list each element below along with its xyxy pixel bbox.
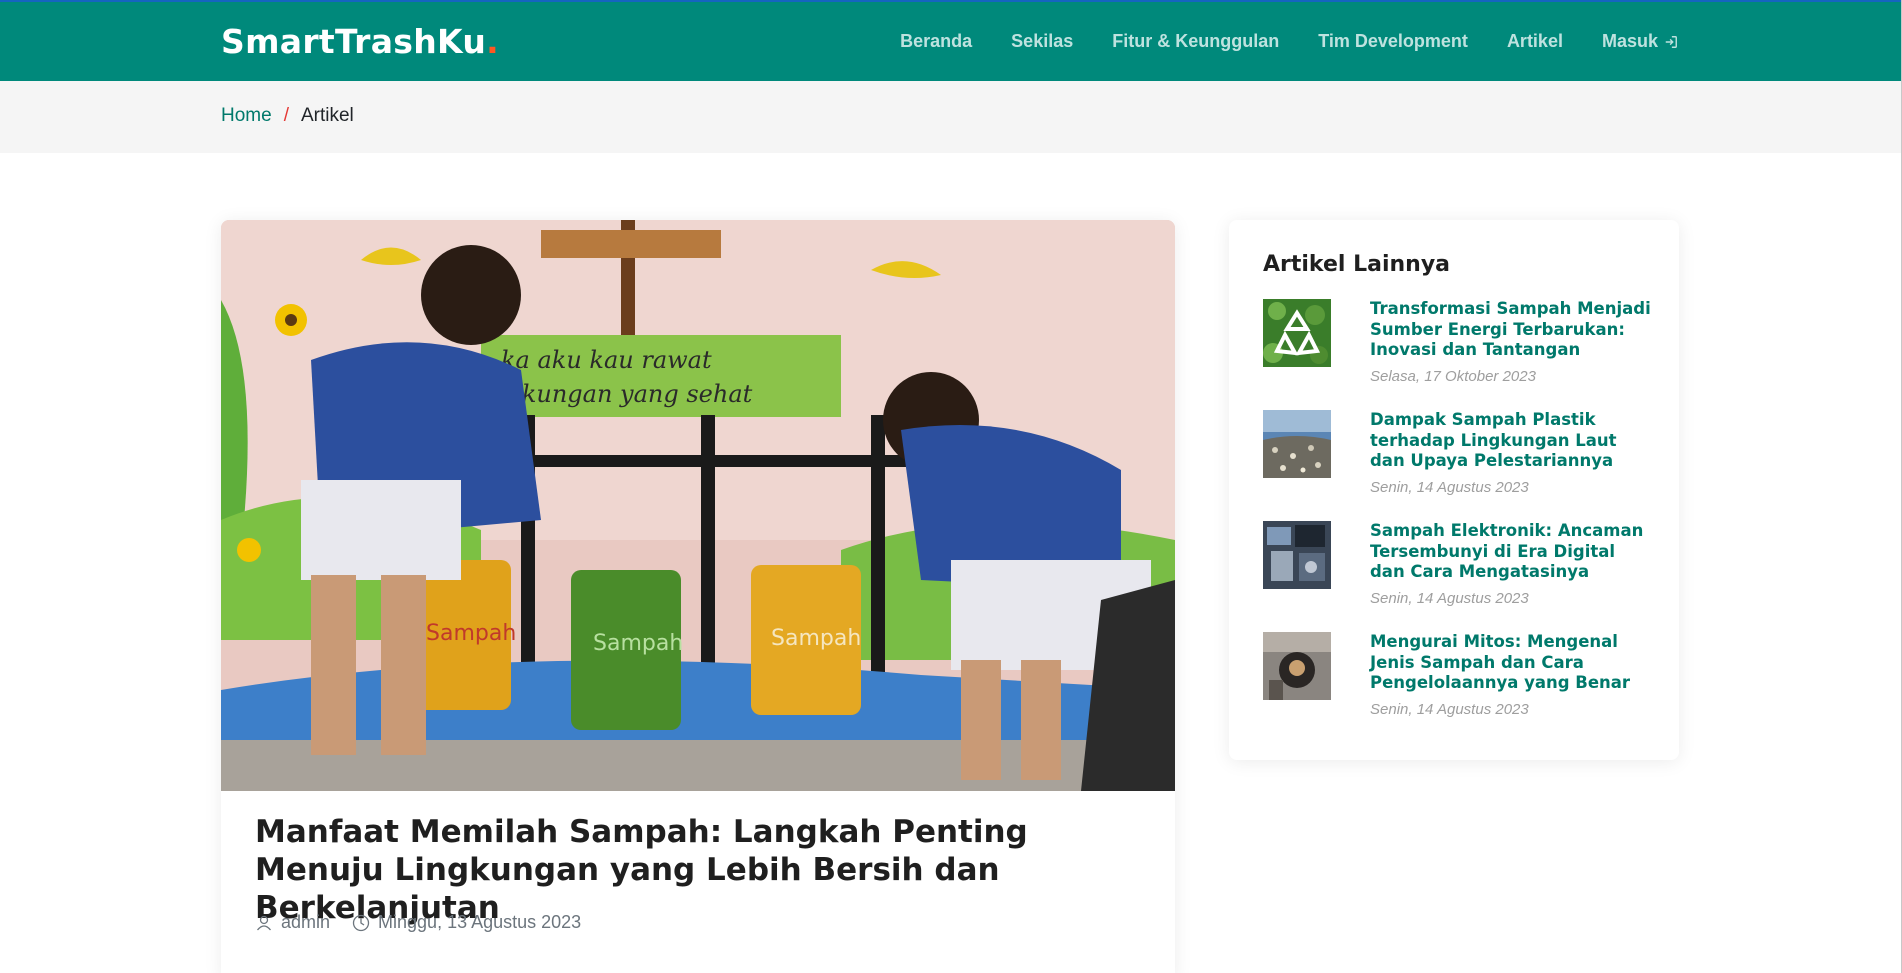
sidebar-post: Dampak Sampah Plastik terhadap Lingkunga… [1263, 410, 1653, 510]
login-icon [1665, 35, 1677, 48]
article-title: Manfaat Memilah Sampah: Langkah Penting … [255, 814, 1028, 926]
sidebar-post-title[interactable]: Dampak Sampah Plastik terhadap Lingkunga… [1370, 410, 1655, 472]
clock-icon [352, 914, 370, 931]
svg-text:Sampah: Sampah [771, 626, 861, 651]
nav-item-masuk-label: Masuk [1601, 31, 1658, 51]
sidebar-post: Sampah Elektronik: Ancaman Tersembunyi d… [1263, 521, 1653, 621]
sidebar-post: Transformasi Sampah Menjadi Sumber Energ… [1263, 299, 1653, 399]
nav-item-sekilas[interactable]: Sekilas [1011, 31, 1073, 52]
sidebar-post-title[interactable]: Sampah Elektronik: Ancaman Tersembunyi d… [1370, 521, 1655, 583]
article-photo: ka aku kau rawat ngkungan yang sehat Sam… [221, 220, 1175, 791]
nav-item-beranda[interactable]: Beranda [900, 31, 972, 52]
svg-text:ka aku kau rawat: ka aku kau rawat [501, 346, 712, 374]
article-photo-illustration: ka aku kau rawat ngkungan yang sehat Sam… [221, 220, 1175, 791]
article-meta: admin Minggu, 13 Agustus 2023 [255, 912, 581, 933]
post-thumbnail-ewaste[interactable] [1263, 521, 1331, 589]
nav-item-masuk[interactable]: Masuk [1602, 31, 1678, 52]
waste-photo-icon [1263, 632, 1331, 700]
site-header: SmartTrashKu. Beranda Sekilas Fitur & Ke… [0, 0, 1902, 81]
main-nav: Beranda Sekilas Fitur & Keunggulan Tim D… [861, 31, 1678, 52]
nav-item-fitur[interactable]: Fitur & Keunggulan [1112, 31, 1279, 52]
sidebar-title: Artikel Lainnya [1263, 252, 1451, 277]
brand-name: SmartTrashKu [221, 22, 487, 61]
sidebar-post: Mengurai Mitos: Mengenal Jenis Sampah da… [1263, 632, 1653, 732]
svg-text:Sampah: Sampah [426, 621, 516, 646]
sidebar-post-date: Senin, 14 Agustus 2023 [1370, 590, 1529, 607]
nav-item-artikel[interactable]: Artikel [1507, 31, 1563, 52]
svg-text:ngkungan yang sehat: ngkungan yang sehat [491, 380, 753, 408]
sidebar-post-date: Senin, 14 Agustus 2023 [1370, 479, 1529, 496]
sidebar-other-articles: Artikel Lainnya Transformasi Sampah Menj… [1229, 220, 1679, 760]
brand-logo[interactable]: SmartTrashKu. [221, 22, 499, 61]
breadcrumb: Home / Artikel [221, 105, 354, 127]
user-icon [256, 915, 272, 930]
nav-item-tim[interactable]: Tim Development [1318, 31, 1468, 52]
breadcrumb-bar: Home / Artikel [0, 81, 1902, 153]
svg-text:Sampah: Sampah [593, 631, 683, 656]
ewaste-photo-icon [1263, 521, 1331, 589]
post-thumbnail-ocean-plastic[interactable] [1263, 410, 1331, 478]
ocean-photo-icon [1263, 410, 1331, 478]
sidebar-post-title[interactable]: Transformasi Sampah Menjadi Sumber Energ… [1370, 299, 1655, 361]
article-author[interactable]: admin [281, 912, 330, 933]
brand-dot: . [486, 22, 499, 61]
sidebar-post-date: Selasa, 17 Oktober 2023 [1370, 368, 1536, 385]
breadcrumb-home[interactable]: Home [221, 105, 272, 127]
post-thumbnail-recycle[interactable] [1263, 299, 1331, 367]
article-date: Minggu, 13 Agustus 2023 [378, 912, 582, 932]
sidebar-post-title[interactable]: Mengurai Mitos: Mengenal Jenis Sampah da… [1370, 632, 1655, 694]
recycle-icon [1263, 299, 1331, 367]
breadcrumb-current: Artikel [300, 105, 354, 126]
breadcrumb-separator: / [283, 105, 289, 126]
article-card: ka aku kau rawat ngkungan yang sehat Sam… [221, 220, 1175, 973]
post-thumbnail-waste-types[interactable] [1263, 632, 1331, 700]
sidebar-post-date: Senin, 14 Agustus 2023 [1370, 701, 1529, 718]
